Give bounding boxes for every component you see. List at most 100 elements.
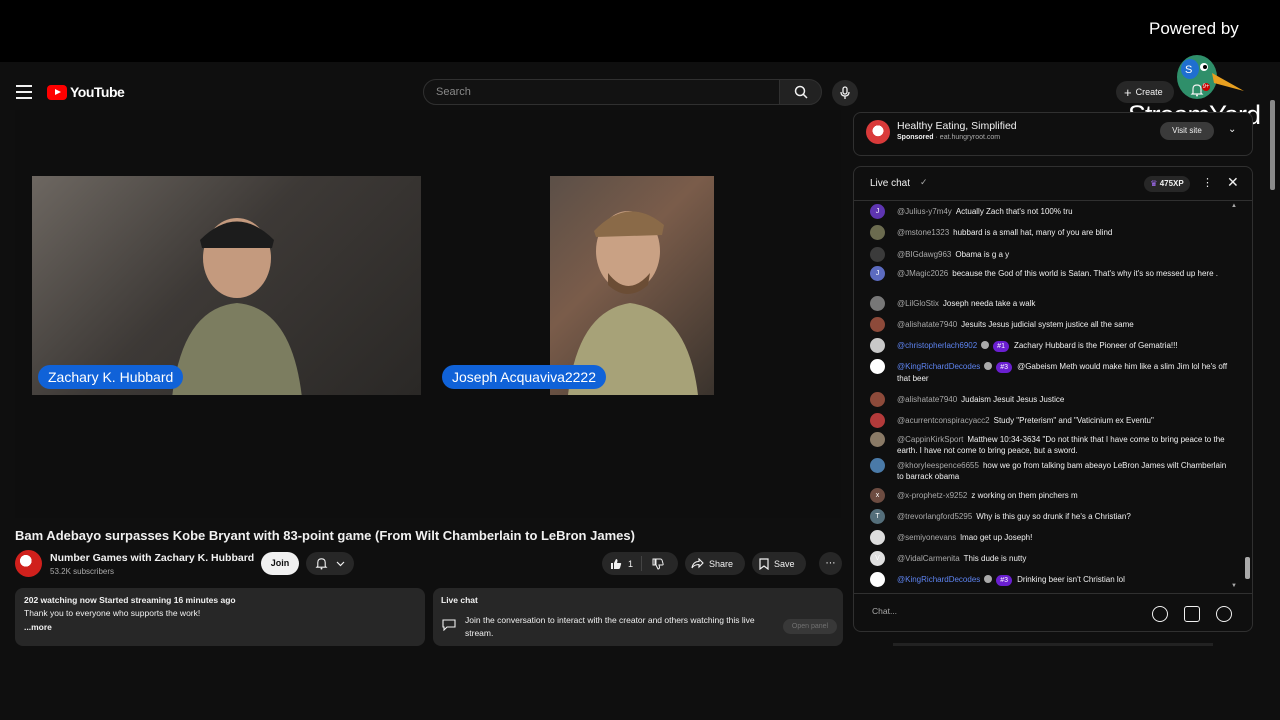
chat-author-avatar[interactable]: V [870, 551, 885, 566]
chat-author-name[interactable]: @KingRichardDecodes [897, 575, 980, 584]
chat-author-avatar[interactable]: J [870, 204, 885, 219]
chat-message-text: Why is this guy so drunk if he's a Chris… [976, 512, 1131, 521]
leaderboard-rank-badge: #3 [996, 362, 1013, 373]
chat-author-avatar[interactable] [870, 458, 885, 473]
chat-author-avatar[interactable] [870, 338, 885, 353]
chat-message: @acurrentconspiracyacc2 Study "Preterism"… [870, 413, 1230, 428]
chat-options-icon[interactable]: ⋮ [1202, 176, 1213, 189]
share-arrow-icon [691, 558, 704, 569]
description-text: Thank you to everyone who supports the w… [24, 608, 201, 618]
chat-author-name[interactable]: @trevorlangford5295 [897, 512, 972, 521]
open-panel-button[interactable]: Open panel [783, 619, 837, 634]
save-label: Save [774, 558, 795, 569]
chat-message-body: @x-prophetz-x9252 z working on them pinch… [897, 488, 1230, 501]
more-dots-icon: ⋯ [825, 558, 836, 569]
chat-author-avatar[interactable]: J [870, 266, 885, 281]
chat-message-text: Judaism Jesuit Jesus Justice [961, 395, 1065, 404]
page-scrollbar[interactable] [1268, 70, 1278, 650]
chat-author-name[interactable]: @alishatate7940 [897, 395, 957, 404]
chat-author-name[interactable]: @khoryleespence6655 [897, 461, 979, 470]
chat-author-name[interactable]: @JMagic2026 [897, 269, 948, 278]
chat-author-name[interactable]: @BIGdawg963 [897, 250, 951, 259]
chat-author-avatar[interactable] [870, 392, 885, 407]
search-input[interactable]: Search [423, 79, 780, 105]
channel-avatar[interactable] [15, 550, 42, 577]
join-button[interactable]: Join [261, 552, 299, 575]
subscription-notification-button[interactable] [306, 552, 354, 575]
chat-author-name[interactable]: @LilGloStix [897, 299, 939, 308]
chat-message-text: Drinking beer isn't Christian lol [1017, 575, 1125, 584]
voice-search-button[interactable] [832, 80, 858, 106]
ad-chevron-down-icon[interactable]: ⌄ [1228, 124, 1236, 135]
chat-author-name[interactable]: @christopherlach6902 [897, 341, 977, 350]
chat-scrollbar-thumb[interactable] [1245, 557, 1250, 579]
powered-by-text: Powered by [1149, 19, 1239, 38]
chat-scroll-down-icon[interactable]: ▼ [1231, 583, 1237, 589]
save-button[interactable]: Save [752, 552, 806, 575]
chat-author-name[interactable]: @CappinKirkSport [897, 435, 963, 444]
guest-figure-icon [568, 211, 698, 395]
page-scrollbar-thumb[interactable] [1270, 100, 1275, 190]
super-chat-icon[interactable] [1184, 606, 1200, 622]
more-actions-button[interactable]: ⋯ [819, 552, 842, 575]
chat-message-body: @alishatate7940 Jesuits Jesus judicial sy… [897, 317, 1230, 330]
description-box[interactable]: 202 watching now Started streaming 16 mi… [15, 588, 425, 646]
camera-feed-host [32, 176, 421, 395]
chat-author-avatar[interactable] [870, 413, 885, 428]
visit-site-button[interactable]: Visit site [1160, 122, 1214, 140]
chat-message-text: Jesuits Jesus judicial system justice al… [961, 320, 1134, 329]
chat-author-name[interactable]: @VidalCarmenita [897, 554, 960, 563]
chat-author-name[interactable]: @acurrentconspiracyacc2 [897, 416, 990, 425]
chat-author-avatar[interactable] [870, 572, 885, 587]
chat-message: @alishatate7940 Jesuits Jesus judicial sy… [870, 317, 1230, 332]
live-chat-info-title: Live chat [441, 595, 478, 605]
chat-author-name[interactable]: @KingRichardDecodes [897, 362, 980, 371]
chat-author-avatar[interactable] [870, 359, 885, 374]
channel-name[interactable]: Number Games with Zachary K. Hubbard [50, 552, 254, 564]
chat-author-avatar[interactable]: T [870, 509, 885, 524]
host-figure-icon [172, 218, 302, 395]
chat-title[interactable]: Live chat [870, 178, 910, 189]
verified-icon [984, 362, 993, 370]
youtube-logo[interactable]: YouTube [47, 84, 125, 100]
chat-author-avatar[interactable] [870, 296, 885, 311]
hamburger-menu-icon[interactable] [16, 85, 32, 99]
chat-message-body: @khoryleespence6655 how we go from talkin… [897, 458, 1230, 482]
create-button[interactable]: + Create [1116, 81, 1174, 103]
dislike-button[interactable] [642, 558, 664, 570]
chat-author-name[interactable]: @Julius-y7m4y [897, 207, 952, 216]
share-button[interactable]: Share [685, 552, 745, 575]
chat-mode-chevron-icon[interactable]: ✓ [920, 177, 928, 188]
youtube-logo-text: YouTube [70, 84, 125, 100]
chat-header: Live chat ✓ ♛ 475XP ⋮ ✕ [854, 167, 1252, 201]
chat-author-avatar[interactable] [870, 225, 885, 240]
svg-text:S: S [1185, 64, 1192, 76]
chat-message-text: Obama is g a y [955, 250, 1010, 259]
chat-author-avatar[interactable] [870, 432, 885, 447]
like-button[interactable]: 1 [602, 556, 642, 571]
chat-input-field[interactable]: Chat... [872, 606, 1142, 622]
subscriber-count: 53.2K subscribers [50, 567, 115, 576]
chat-author-name[interactable]: @mstone1323 [897, 228, 949, 237]
xp-badge[interactable]: ♛ 475XP [1144, 176, 1190, 192]
chat-message-text: hubbard is a small hat, many of you are … [953, 228, 1113, 237]
search-button[interactable] [779, 79, 822, 105]
heart-icon[interactable] [1216, 606, 1232, 622]
sponsored-ad-card[interactable]: Healthy Eating, Simplified Sponsored · e… [853, 112, 1253, 156]
show-more-link[interactable]: ...more [24, 622, 416, 632]
chat-message: x @x-prophetz-x9252 z working on them pinc… [870, 488, 1230, 503]
chat-author-avatar[interactable] [870, 247, 885, 262]
chat-author-name[interactable]: @semiyonevans [897, 533, 956, 542]
chat-author-avatar[interactable] [870, 317, 885, 332]
below-chat-strip [893, 643, 1213, 646]
verified-icon [981, 341, 990, 349]
chat-author-name[interactable]: @x-prophetz-x9252 [897, 491, 967, 500]
leaderboard-rank-badge: #3 [996, 575, 1013, 586]
chat-close-icon[interactable]: ✕ [1227, 174, 1239, 191]
chat-message: @KingRichardDecodes #3 @Gabeism Meth would… [870, 359, 1230, 384]
chat-message-text: Zachary Hubbard is the Pioneer of Gematr… [1013, 341, 1178, 350]
chat-author-avatar[interactable]: x [870, 488, 885, 503]
emoji-icon[interactable] [1152, 606, 1168, 622]
chat-author-name[interactable]: @alishatate7940 [897, 320, 957, 329]
chat-author-avatar[interactable] [870, 530, 885, 545]
